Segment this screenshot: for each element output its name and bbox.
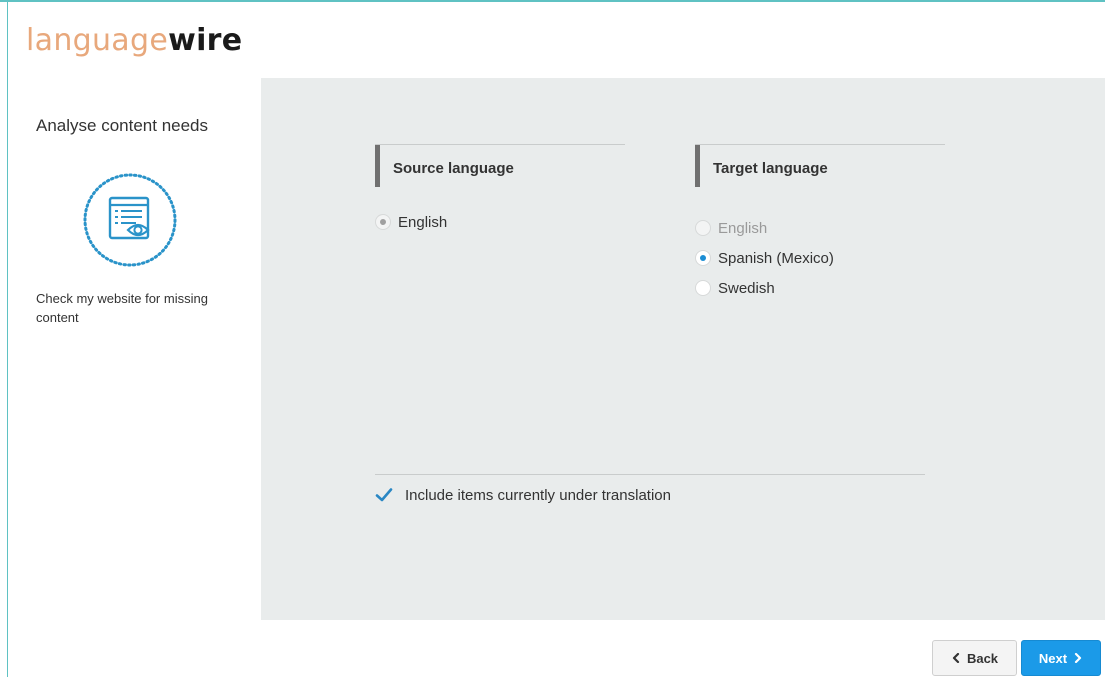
sidebar-title: Analyse content needs <box>36 116 209 135</box>
chevron-left-icon <box>952 653 960 663</box>
source-language-header: Source language <box>375 145 625 187</box>
header-accent-bar <box>695 145 700 187</box>
radio-label: Swedish <box>718 279 775 297</box>
languagewire-logo: languagewire <box>26 22 242 60</box>
radio-button[interactable] <box>375 214 391 230</box>
source-language-options: English <box>375 207 625 237</box>
radio-button[interactable] <box>695 280 711 296</box>
next-button[interactable]: Next <box>1021 640 1101 676</box>
sidebar-description: Check my website for missing content <box>36 291 208 325</box>
include-under-translation-option[interactable]: Include items currently under translatio… <box>375 484 671 506</box>
target-option-english[interactable]: English <box>695 213 945 243</box>
back-button[interactable]: Back <box>932 640 1017 676</box>
options-divider <box>375 474 925 475</box>
back-button-label: Back <box>966 650 999 666</box>
radio-label: Spanish (Mexico) <box>718 249 834 267</box>
language-panel: Source language English Target language … <box>261 78 1105 620</box>
radio-button[interactable] <box>695 220 711 236</box>
website-eye-icon <box>80 170 180 270</box>
next-button-label: Next <box>1038 650 1068 666</box>
target-option-swedish[interactable]: Swedish <box>695 273 945 303</box>
checkmark-icon <box>375 488 393 502</box>
logo-part-wire: wire <box>168 23 243 58</box>
target-language-section: Target language English Spanish (Mexico)… <box>695 144 945 303</box>
target-language-header: Target language <box>695 145 945 187</box>
target-language-heading: Target language <box>713 160 828 177</box>
chevron-right-icon <box>1074 653 1082 663</box>
target-option-spanish-mexico[interactable]: Spanish (Mexico) <box>695 243 945 273</box>
source-language-section: Source language English <box>375 144 625 237</box>
source-option-english[interactable]: English <box>375 207 625 237</box>
include-checkbox-label: Include items currently under translatio… <box>405 486 671 504</box>
target-language-options: English Spanish (Mexico) Swedish <box>695 213 945 303</box>
header-accent-bar <box>375 145 380 187</box>
radio-label: English <box>398 213 448 231</box>
source-language-heading: Source language <box>393 160 514 177</box>
window-top-border <box>0 0 1105 2</box>
sidebar: Analyse content needs Check my website f… <box>8 78 260 638</box>
radio-button[interactable] <box>695 250 711 266</box>
radio-label: English <box>718 219 768 237</box>
include-checkbox[interactable] <box>375 486 393 504</box>
logo-part-language: language <box>26 23 169 58</box>
